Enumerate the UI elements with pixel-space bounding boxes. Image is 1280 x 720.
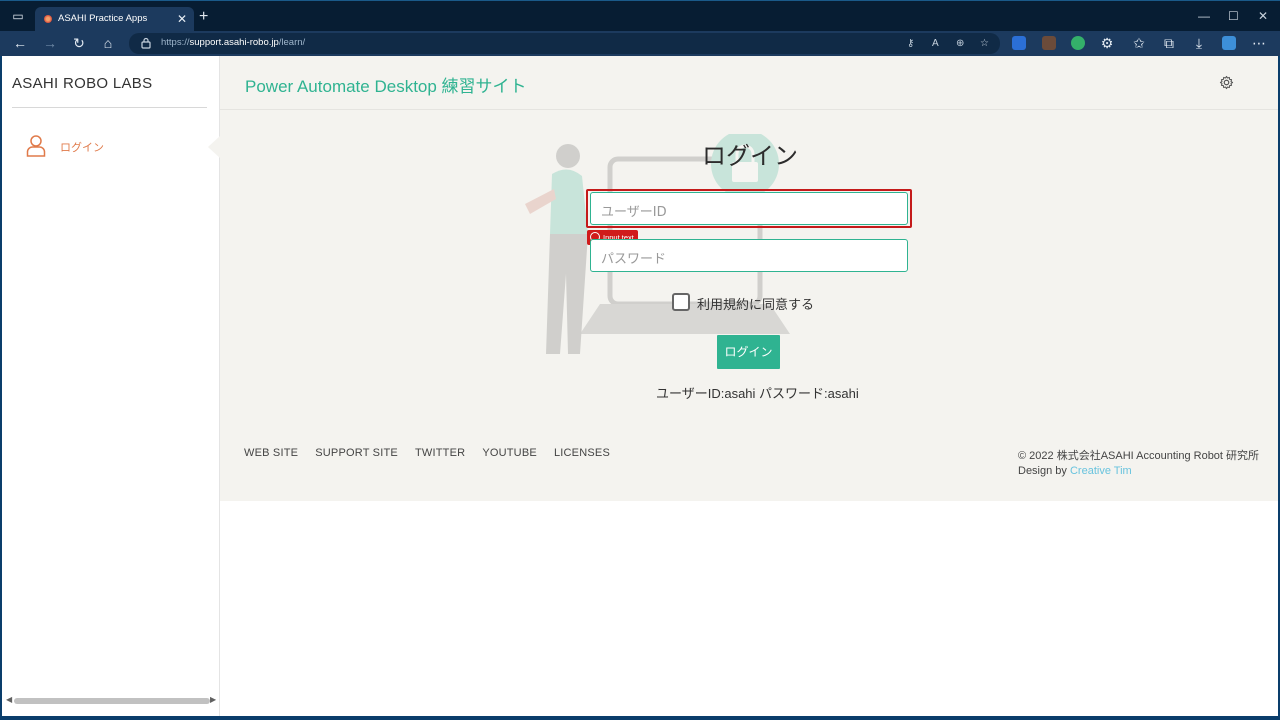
- person-icon: [26, 135, 46, 157]
- footer-link-licenses[interactable]: LICENSES: [554, 447, 610, 459]
- lock-icon: [141, 37, 151, 49]
- password-input[interactable]: パスワード: [590, 239, 908, 272]
- footer-link-support[interactable]: SUPPORT SITE: [315, 447, 398, 459]
- browser-tab[interactable]: ASAHI Practice Apps ✕: [35, 7, 194, 32]
- login-button[interactable]: ログイン: [717, 335, 780, 369]
- sidebar-item-label: ログイン: [60, 142, 104, 154]
- new-tab-button[interactable]: +: [199, 8, 208, 26]
- extension-icon[interactable]: [1222, 36, 1236, 50]
- extension-icon[interactable]: [1012, 36, 1026, 50]
- key-icon[interactable]: ⚷: [907, 38, 914, 49]
- back-icon[interactable]: ←: [11, 34, 29, 52]
- extension-icon[interactable]: [1071, 36, 1085, 50]
- read-aloud-icon[interactable]: A: [932, 38, 939, 49]
- minimize-icon[interactable]: —: [1198, 9, 1210, 23]
- home-icon[interactable]: ⌂: [99, 34, 117, 52]
- active-indicator: [208, 136, 220, 158]
- extension-icon[interactable]: [1042, 36, 1056, 50]
- scroll-left-icon[interactable]: ◀: [6, 695, 12, 704]
- main-panel: Power Automate Desktop 練習サイト ログイン ユーザーID…: [220, 56, 1278, 501]
- footer-link-twitter[interactable]: TWITTER: [415, 447, 465, 459]
- footer-nav: WEB SITE SUPPORT SITE TWITTER YOUTUBE LI…: [244, 447, 624, 459]
- scrollbar-thumb[interactable]: [14, 698, 210, 704]
- gear-icon[interactable]: [1219, 75, 1234, 90]
- collections-icon[interactable]: ⧉: [1160, 34, 1178, 52]
- login-heading: ログイン: [702, 143, 798, 170]
- more-menu-icon[interactable]: ⋯: [1250, 34, 1268, 52]
- brand-logo-text[interactable]: ASAHI ROBO LABS: [12, 75, 152, 92]
- creative-tim-link[interactable]: Creative Tim: [1070, 465, 1132, 477]
- tab-actions-icon[interactable]: ▭: [8, 9, 28, 27]
- horizontal-scrollbar[interactable]: ◀ ▶: [6, 695, 216, 706]
- credentials-hint: ユーザーID:asahi パスワード:asahi: [656, 386, 859, 401]
- downloads-icon[interactable]: ⤓: [1190, 34, 1208, 52]
- footer-link-youtube[interactable]: YOUTUBE: [482, 447, 537, 459]
- top-navbar: Power Automate Desktop 練習サイト: [220, 56, 1278, 110]
- zoom-icon[interactable]: ⊕: [956, 38, 964, 49]
- refresh-icon[interactable]: ↻: [70, 34, 88, 52]
- user-id-input[interactable]: ユーザーID: [590, 192, 908, 225]
- divider: [12, 107, 207, 108]
- maximize-icon[interactable]: ☐: [1228, 9, 1239, 23]
- footer-link-website[interactable]: WEB SITE: [244, 447, 298, 459]
- page-title[interactable]: Power Automate Desktop 練習サイト: [245, 72, 527, 97]
- design-credit: Design by Creative Tim: [1018, 465, 1132, 477]
- browser-tab-bar: ▭ ASAHI Practice Apps ✕ + — ☐ ✕: [0, 0, 1280, 32]
- favorite-add-icon[interactable]: ☆: [980, 38, 989, 49]
- url-text: https://support.asahi-robo.jp/learn/: [161, 37, 306, 48]
- terms-label[interactable]: 利用規約に同意する: [697, 294, 814, 313]
- site-favicon-icon: [44, 15, 52, 23]
- scroll-right-icon[interactable]: ▶: [210, 695, 216, 704]
- sidebar: ASAHI ROBO LABS ログイン ◀ ▶: [2, 56, 220, 716]
- sidebar-item-login[interactable]: ログイン: [26, 133, 176, 159]
- web-page: ASAHI ROBO LABS ログイン ◀ ▶ Power Automate …: [2, 56, 1278, 716]
- page-blank-area: [220, 501, 1278, 716]
- close-window-icon[interactable]: ✕: [1258, 9, 1268, 23]
- browser-toolbar: ← → ↻ ⌂ https://support.asahi-robo.jp/le…: [0, 31, 1280, 56]
- tab-title: ASAHI Practice Apps: [58, 13, 148, 24]
- address-bar[interactable]: https://support.asahi-robo.jp/learn/ ⚷ A…: [129, 33, 1000, 54]
- copyright-text: © 2022 株式会社ASAHI Accounting Robot 研究所: [1018, 450, 1260, 462]
- extensions-icon[interactable]: ⚙: [1098, 34, 1116, 52]
- favorites-icon[interactable]: ✩: [1130, 34, 1148, 52]
- terms-checkbox[interactable]: [672, 293, 690, 311]
- forward-icon[interactable]: →: [41, 34, 59, 52]
- tab-close-icon[interactable]: ✕: [177, 12, 187, 26]
